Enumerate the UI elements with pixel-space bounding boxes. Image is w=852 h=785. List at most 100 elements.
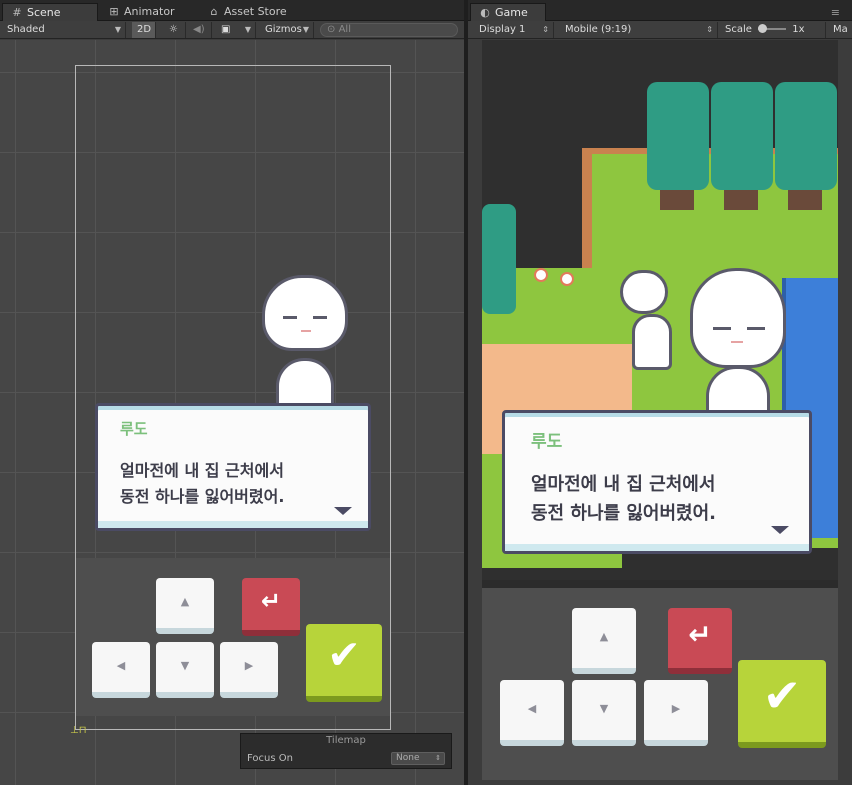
grid-icon: # [12, 6, 22, 19]
dropdown-caret-icon: ▼ [114, 25, 121, 34]
effects-dropdown[interactable]: ▣ ▼ [216, 22, 256, 38]
character-head [690, 268, 786, 368]
gizmos-dropdown[interactable]: Gizmos ▼ [260, 22, 314, 38]
game-panel: ◐ Game ≡ Display 1 ⇕ Mobile (9:19) ⇕ Scale … [468, 0, 852, 785]
npc-head [620, 270, 668, 314]
game-icon: ◐ [480, 6, 490, 19]
tab-scene[interactable]: # Scene [2, 3, 98, 21]
scene-viewport[interactable]: 루도 얼마전에 내 집 근처에서 동전 하나를 잃어버렸어. ▲ ◀ ▼ ▶ ↵… [0, 40, 464, 785]
arrow-up-icon: ▲ [599, 630, 609, 644]
flower [560, 272, 574, 286]
arrow-right-icon: ▶ [671, 702, 681, 716]
checkmark-icon: ✔ [327, 632, 361, 679]
dialog-line-1: 얼마전에 내 집 근처에서 [531, 474, 716, 495]
back-button[interactable]: ↵ [668, 608, 732, 674]
dropdown-caret-icon: ⇕ [706, 25, 713, 34]
arrow-left-icon: ◀ [116, 659, 126, 673]
dialog-shadow [505, 544, 809, 551]
panel-menu-icon[interactable]: ≡ [823, 4, 848, 22]
focus-on-label: Focus On [247, 753, 293, 764]
game-dialog-box: 루도 얼마전에 내 집 근처에서 동전 하나를 잃어버렸어. [502, 410, 812, 554]
character-body [276, 358, 334, 406]
confirm-button[interactable]: ✔ [738, 660, 826, 748]
scene-tabbar: # Scene ⊞ Animator ⌂ Asset Store [0, 0, 464, 21]
game-tabbar: ◐ Game ≡ [468, 0, 852, 21]
character-eye [283, 316, 297, 319]
tree [711, 82, 773, 190]
character-head [262, 275, 348, 351]
display-dropdown[interactable]: Display 1 ⇕ [474, 22, 554, 38]
search-icon: ⊙ [327, 24, 336, 35]
character-eye [313, 316, 327, 319]
left-button[interactable]: ◀ [92, 642, 150, 698]
npc-body [632, 314, 672, 370]
maximize-on-play-toggle[interactable]: Ma [828, 22, 852, 38]
game-viewport[interactable]: 루도 얼마전에 내 집 근처에서 동전 하나를 잃어버렸어. ▲ ◀ ▼ ▶ ↵… [482, 40, 838, 780]
arrow-down-icon: ▼ [599, 702, 609, 716]
scale-slider[interactable]: Scale 1x [720, 22, 826, 38]
scale-slider-track[interactable] [758, 24, 787, 33]
scene-panel: # Scene ⊞ Animator ⌂ Asset Store Shaded ▼ 2D… [0, 0, 464, 785]
character-eye [747, 327, 765, 330]
checkmark-icon: ✔ [762, 668, 802, 723]
tree-trunk [788, 190, 822, 210]
dialog-shadow [98, 521, 368, 528]
character-mouth [731, 341, 743, 343]
arrow-right-icon: ▶ [244, 659, 254, 673]
focus-on-dropdown[interactable]: None ⇕ [391, 752, 445, 765]
dialog-next-arrow-icon [334, 507, 352, 515]
game-toolbar: Display 1 ⇕ Mobile (9:19) ⇕ Scale 1x Ma [468, 21, 852, 39]
scene-search-input[interactable]: ⊙ All [320, 23, 458, 37]
dialog-next-arrow-icon [771, 526, 789, 534]
down-button[interactable]: ▼ [156, 642, 214, 698]
dialog-line-1: 얼마전에 내 집 근처에서 [120, 461, 284, 480]
store-icon: ⌂ [210, 5, 218, 18]
character-mouth [301, 330, 311, 332]
character-eye [713, 327, 731, 330]
dropdown-caret-icon: ⇕ [542, 25, 549, 34]
confirm-button[interactable]: ✔ [306, 624, 382, 702]
arrow-up-icon: ▲ [180, 595, 190, 609]
scale-slider-thumb[interactable] [758, 24, 768, 33]
right-button[interactable]: ▶ [220, 642, 278, 698]
return-icon: ↵ [260, 587, 282, 616]
right-button[interactable]: ▶ [644, 680, 708, 746]
tree [775, 82, 837, 190]
scene-toolbar: Shaded ▼ 2D ☼ ◀) ▣ ▼ Gizmos ▼ ⊙ All [0, 21, 464, 39]
dialog-line-2: 동전 하나를 잃어버렸어. [120, 487, 285, 506]
flower [534, 268, 548, 282]
tab-game[interactable]: ◐ Game [470, 3, 546, 21]
up-button[interactable]: ▲ [156, 578, 214, 634]
left-button[interactable]: ◀ [500, 680, 564, 746]
tilemap-overlay: Tilemap Focus On None ⇕ [240, 733, 452, 769]
tilemap-anchor-icon: ⊥⊓ [70, 725, 87, 736]
tilemap-title: Tilemap [326, 735, 366, 746]
animator-icon: ⊞ [109, 5, 119, 18]
back-button[interactable]: ↵ [242, 578, 300, 636]
dropdown-caret-icon: ▼ [244, 25, 251, 34]
dialog-box: 루도 얼마전에 내 집 근처에서 동전 하나를 잃어버렸어. [95, 403, 371, 531]
tree-trunk [724, 190, 758, 210]
control-pad: ▲ ◀ ▼ ▶ ↵ ✔ [76, 558, 390, 716]
tree-trunk [660, 190, 694, 210]
dropdown-caret-icon: ⇕ [435, 754, 441, 762]
mode-2d-toggle[interactable]: 2D [132, 22, 156, 38]
up-button[interactable]: ▲ [572, 608, 636, 674]
return-icon: ↵ [688, 618, 712, 652]
shading-mode-dropdown[interactable]: Shaded ▼ [2, 22, 126, 38]
tree [647, 82, 709, 190]
dialog-line-2: 동전 하나를 잃어버렸어. [531, 503, 716, 524]
tab-asset-store[interactable]: ⌂ Asset Store [200, 3, 295, 21]
dialog-speaker: 루도 [120, 420, 148, 438]
tab-animator[interactable]: ⊞ Animator [100, 3, 183, 21]
control-pad: ▲ ◀ ▼ ▶ ↵ ✔ [482, 588, 838, 780]
dialog-speaker: 루도 [531, 432, 563, 452]
down-button[interactable]: ▼ [572, 680, 636, 746]
audio-icon[interactable]: ◀) [188, 22, 212, 38]
dropdown-caret-icon: ▼ [302, 25, 309, 34]
tree [482, 204, 516, 314]
arrow-down-icon: ▼ [180, 659, 190, 673]
lighting-icon[interactable]: ☼ [164, 22, 186, 38]
aspect-dropdown[interactable]: Mobile (9:19) ⇕ [560, 22, 718, 38]
arrow-left-icon: ◀ [527, 702, 537, 716]
